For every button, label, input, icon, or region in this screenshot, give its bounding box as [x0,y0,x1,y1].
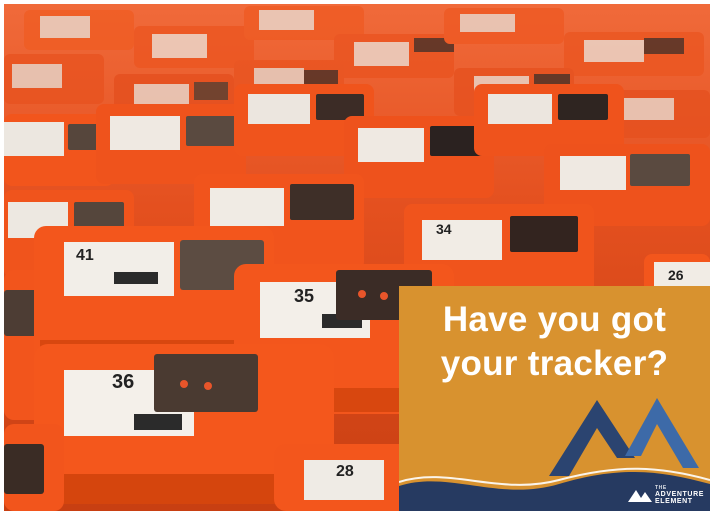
headline-line-2: your tracker? [440,344,669,383]
svg-text:34: 34 [436,221,452,237]
logo-text-line-1: ADVENTURE [655,491,704,498]
logo-text-line-2: ELEMENT [655,498,693,505]
svg-text:36: 36 [112,371,134,393]
logo-text-top: THE [655,485,667,491]
headline: Have you got your tracker? [399,298,710,386]
headline-line-1: Have you got [442,300,667,339]
adventure-element-logo: THE ADVENTURE ELEMENT [628,485,704,505]
svg-text:41: 41 [76,247,94,264]
svg-text:26: 26 [668,267,684,283]
svg-text:28: 28 [336,463,354,480]
logo-text: THE ADVENTURE ELEMENT [655,485,704,505]
promo-panel: Have you got your tracker? THE ADVENTURE… [399,286,710,511]
svg-text:35: 35 [294,286,314,306]
logo-mountain-icon [628,490,653,502]
